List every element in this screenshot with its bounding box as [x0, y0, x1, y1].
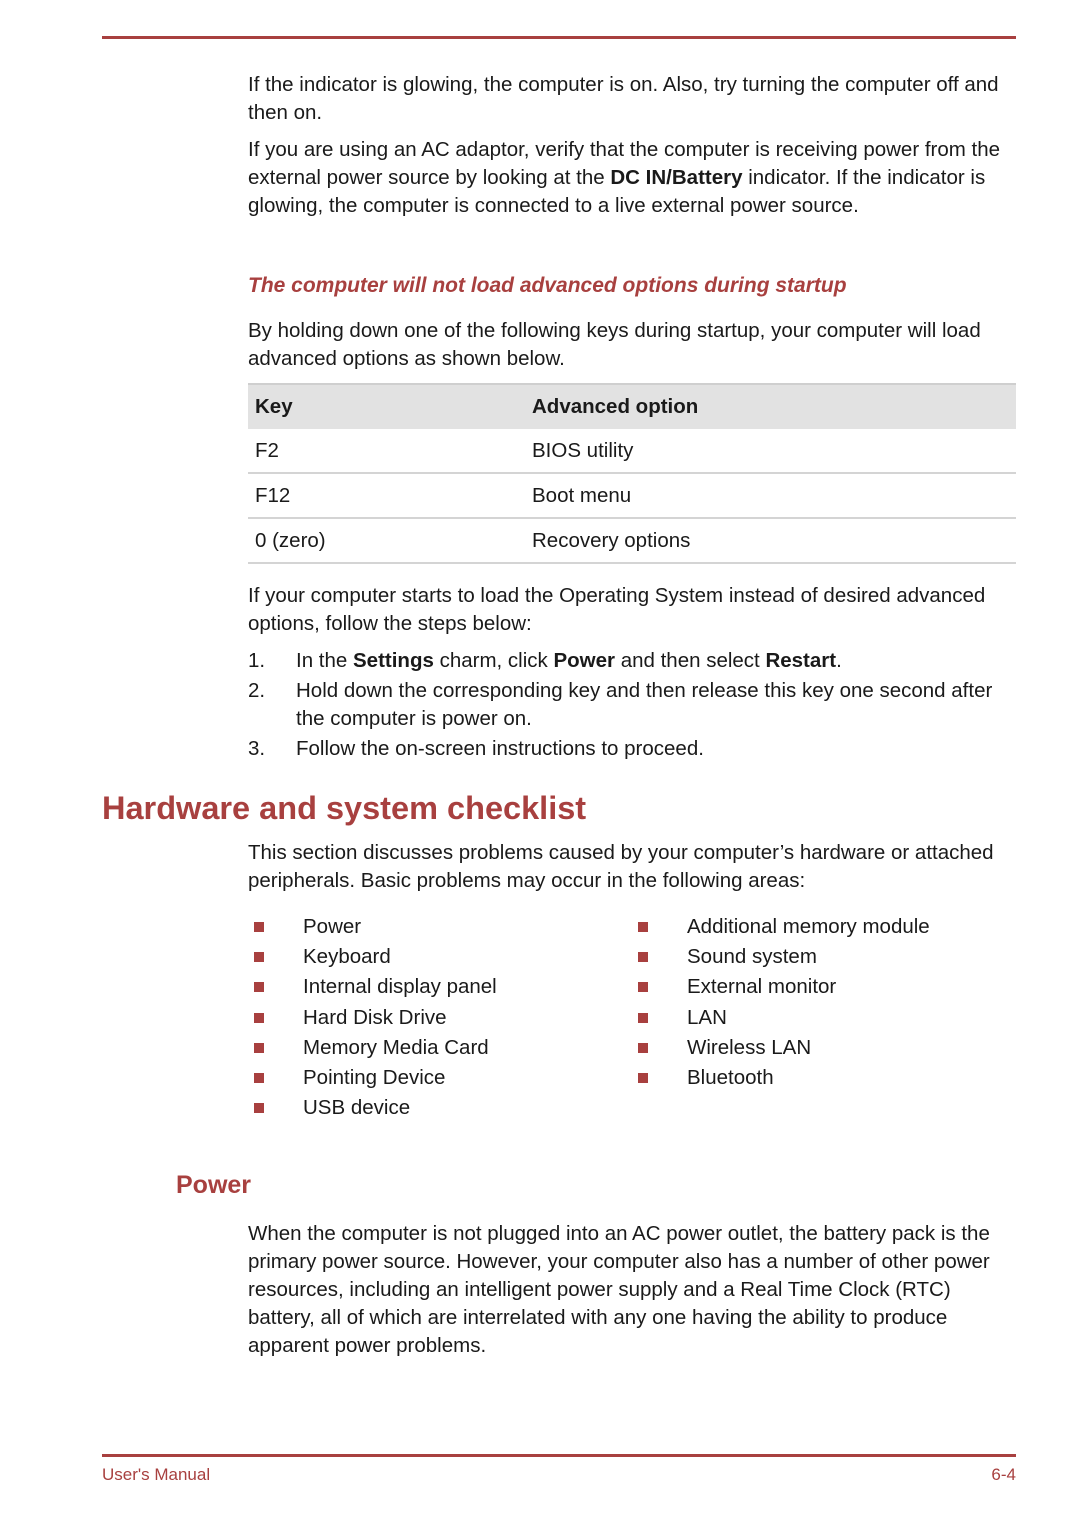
- table-row: F2 BIOS utility: [248, 429, 1016, 474]
- step-number: 1.: [248, 649, 266, 672]
- list-item-label: Hard Disk Drive: [303, 1005, 447, 1029]
- square-bullet-icon: [638, 922, 648, 932]
- list-item: Additional memory module: [632, 912, 930, 942]
- list-item: Hard Disk Drive: [248, 1003, 497, 1033]
- list-item-label: USB device: [303, 1096, 411, 1120]
- ac-adaptor-paragraph: If you are using an AC adaptor, verify t…: [248, 136, 1018, 220]
- square-bullet-icon: [254, 1042, 264, 1053]
- option-cell: Recovery options: [525, 518, 1016, 564]
- checklist-left: Power Keyboard Internal display panel Ha…: [248, 912, 497, 1123]
- square-bullet-icon: [254, 922, 264, 932]
- square-bullet-icon: [638, 1042, 648, 1053]
- step-number: 2.: [248, 679, 266, 702]
- option-cell: BIOS utility: [525, 429, 1016, 474]
- list-item: Bluetooth: [632, 1063, 930, 1093]
- step-number: 3.: [248, 737, 266, 760]
- key-cell: F12: [248, 473, 525, 519]
- footer-rule: [102, 1454, 1016, 1457]
- step-text: Follow the on-screen instructions to pro…: [296, 737, 704, 760]
- list-item-label: Wireless LAN: [687, 1035, 812, 1059]
- list-item-label: LAN: [687, 1005, 727, 1029]
- power-heading: Power: [176, 1171, 252, 1199]
- power-label: Power: [553, 649, 616, 672]
- checklist-right: Additional memory module Sound system Ex…: [632, 912, 930, 1093]
- step-item: 1. In the Settings charm, click Power an…: [248, 647, 1018, 675]
- table-header-row: Key Advanced option: [248, 383, 1016, 429]
- list-item-label: Bluetooth: [687, 1066, 774, 1090]
- list-item: External monitor: [632, 972, 930, 1002]
- key-cell: F2: [248, 429, 525, 474]
- section-intro-text: This section discusses problems caused b…: [248, 841, 994, 892]
- square-bullet-icon: [254, 1103, 264, 1114]
- intro-paragraph: If the indicator is glowing, the compute…: [248, 71, 1018, 127]
- list-item-label: Power: [303, 915, 362, 938]
- step-text: and then select: [615, 649, 766, 672]
- option-cell: Boot menu: [525, 473, 1016, 519]
- list-item: Keyboard: [248, 942, 497, 972]
- list-item-label: Sound system: [687, 945, 817, 969]
- square-bullet-icon: [638, 1073, 648, 1084]
- step-text: Hold down the corresponding key and then…: [296, 679, 993, 730]
- section-intro-paragraph: This section discusses problems caused b…: [248, 839, 1018, 895]
- restart-label: Restart: [765, 649, 837, 672]
- advanced-options-subheading: The computer will not load advanced opti…: [248, 274, 847, 297]
- step-item: 2. Hold down the corresponding key and t…: [248, 677, 1018, 733]
- column-header-advanced-option: Advanced option: [525, 383, 1016, 429]
- power-text: When the computer is not plugged into an…: [248, 1222, 990, 1357]
- intro-text: If the indicator is glowing, the compute…: [248, 73, 999, 124]
- os-paragraph: If your computer starts to load the Oper…: [248, 582, 1018, 638]
- table-row: 0 (zero) Recovery options: [248, 518, 1016, 564]
- dc-in-battery-label: DC IN/Battery: [610, 166, 743, 189]
- square-bullet-icon: [638, 1012, 648, 1023]
- os-text: If your computer starts to load the Oper…: [248, 584, 986, 635]
- list-item: Internal display panel: [248, 972, 497, 1002]
- advanced-intro-text: By holding down one of the following key…: [248, 319, 981, 370]
- square-bullet-icon: [254, 952, 264, 963]
- list-item-label: Internal display panel: [303, 975, 497, 999]
- square-bullet-icon: [254, 1012, 264, 1023]
- square-bullet-icon: [638, 952, 648, 963]
- settings-label: Settings: [353, 649, 434, 672]
- list-item-label: Pointing Device: [303, 1066, 446, 1090]
- advanced-options-table: Key Advanced option F2 BIOS utility F12 …: [248, 383, 1016, 564]
- list-item-label: Memory Media Card: [303, 1035, 489, 1059]
- list-item: LAN: [632, 1003, 930, 1033]
- list-item-label: External monitor: [687, 975, 837, 999]
- list-item: USB device: [248, 1093, 497, 1123]
- square-bullet-icon: [254, 982, 264, 993]
- step-text: .: [836, 649, 842, 672]
- table-row: F12 Boot menu: [248, 473, 1016, 519]
- power-paragraph: When the computer is not plugged into an…: [248, 1220, 1018, 1360]
- list-item: Sound system: [632, 942, 930, 972]
- column-header-key: Key: [248, 383, 525, 429]
- key-cell: 0 (zero): [248, 518, 525, 564]
- footer-manual-title: User's Manual: [102, 1465, 211, 1484]
- page-number: 6-4: [991, 1465, 1016, 1484]
- list-item: Pointing Device: [248, 1063, 497, 1093]
- section-title: Hardware and system checklist: [102, 790, 587, 826]
- list-item: Memory Media Card: [248, 1033, 497, 1063]
- step-text: charm, click: [433, 649, 554, 672]
- step-text: In the: [296, 649, 353, 672]
- list-item: Wireless LAN: [632, 1033, 930, 1063]
- step-item: 3. Follow the on-screen instructions to …: [248, 735, 1018, 763]
- square-bullet-icon: [638, 982, 648, 993]
- list-item: Power: [248, 912, 497, 942]
- list-item-label: Additional memory module: [687, 915, 930, 938]
- square-bullet-icon: [254, 1073, 264, 1084]
- header-rule: [102, 36, 1016, 39]
- list-item-label: Keyboard: [303, 945, 391, 969]
- steps-list: 1. In the Settings charm, click Power an…: [248, 647, 1018, 765]
- advanced-intro-paragraph: By holding down one of the following key…: [248, 317, 1018, 373]
